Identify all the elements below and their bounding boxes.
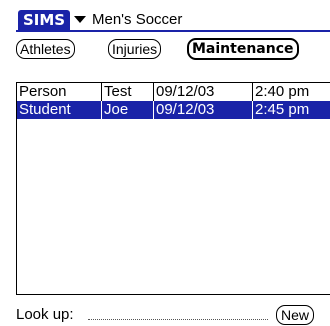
cell-person: Person	[19, 83, 67, 100]
cell-date: 09/12/03	[153, 101, 252, 119]
lookup-label: Look up:	[16, 306, 74, 323]
category-picker[interactable]: Men's Soccer	[74, 8, 182, 30]
cell-test: Joe	[101, 101, 153, 119]
bottom-bar: Look up: New	[16, 304, 330, 326]
category-label: Men's Soccer	[92, 10, 183, 28]
table-row[interactable]: Person Test 09/12/03 2:40 pm	[17, 83, 330, 101]
cell-test: Test	[101, 83, 153, 101]
maintenance-table: Person Test 09/12/03 2:40 pm Student Joe…	[16, 82, 330, 295]
cell-time: 2:40 pm	[252, 83, 330, 101]
tab-maintenance[interactable]: Maintenance	[187, 38, 299, 60]
cell-person: Student	[19, 101, 71, 118]
title-bar: SIMS Men's Soccer	[16, 8, 330, 32]
lookup-input[interactable]	[88, 319, 268, 320]
tab-injuries[interactable]: Injuries	[108, 39, 162, 59]
app-title[interactable]: SIMS	[18, 10, 71, 30]
palm-screen: SIMS Men's Soccer Athletes Injuries Main…	[16, 8, 330, 326]
cell-time: 2:45 pm	[252, 101, 330, 119]
table-row-selected[interactable]: Student Joe 09/12/03 2:45 pm	[17, 101, 330, 119]
tab-bar: Athletes Injuries Maintenance	[16, 38, 330, 61]
new-button[interactable]: New	[276, 305, 315, 325]
cell-date: 09/12/03	[153, 83, 252, 101]
triangle-down-icon	[74, 15, 86, 23]
tab-athletes[interactable]: Athletes	[16, 39, 75, 59]
title-underline	[16, 30, 330, 32]
